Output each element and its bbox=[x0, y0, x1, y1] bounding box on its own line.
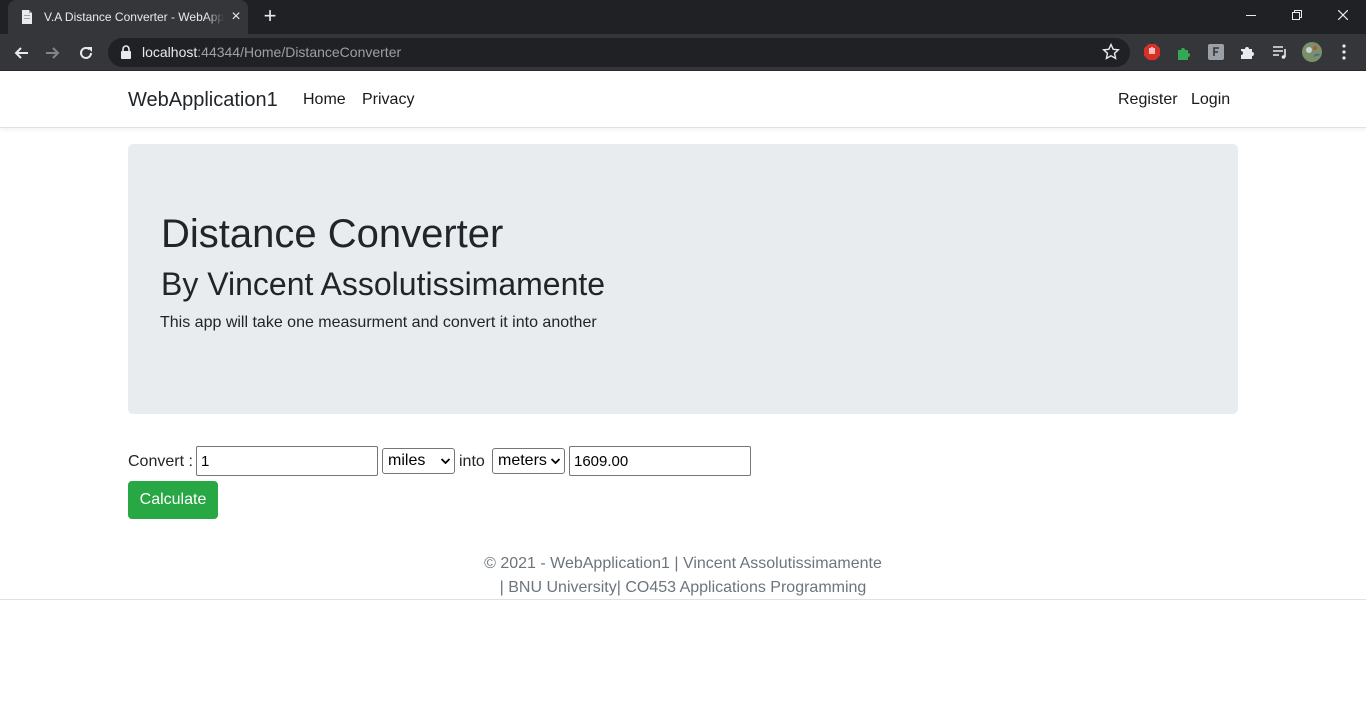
hero-panel: Distance Converter By Vincent Assolutiss… bbox=[128, 144, 1238, 414]
bookmark-star-icon[interactable] bbox=[1101, 42, 1121, 61]
back-arrow-icon[interactable] bbox=[8, 40, 34, 66]
brand-link[interactable]: WebApplication1 bbox=[128, 88, 278, 112]
page-favicon-icon bbox=[20, 9, 34, 25]
minimize-window-icon[interactable] bbox=[1228, 0, 1274, 30]
nav-link-login[interactable]: Login bbox=[1191, 90, 1230, 110]
browser-tab-strip: V.A Distance Converter - WebApplication1… bbox=[0, 0, 1366, 34]
url-path: :44344/Home/DistanceConverter bbox=[197, 44, 402, 60]
close-tab-icon[interactable]: × bbox=[228, 9, 244, 25]
footer-divider bbox=[0, 599, 1366, 600]
extensions-puzzle-icon[interactable] bbox=[1238, 42, 1258, 62]
nav-link-register[interactable]: Register bbox=[1118, 90, 1178, 110]
to-unit-select[interactable]: meters bbox=[492, 448, 565, 474]
browser-tab[interactable]: V.A Distance Converter - WebApplication1… bbox=[8, 0, 248, 34]
from-unit-select[interactable]: miles bbox=[382, 448, 455, 474]
tab-title: V.A Distance Converter - WebApplication1 bbox=[44, 9, 224, 25]
nav-link-home[interactable]: Home bbox=[303, 90, 346, 110]
calculate-button[interactable]: Calculate bbox=[128, 481, 218, 519]
extension-f-icon[interactable] bbox=[1206, 42, 1226, 62]
into-label: into bbox=[459, 453, 485, 470]
forward-arrow-icon[interactable] bbox=[40, 40, 66, 66]
site-navbar: WebApplication1 Home Privacy Register Lo… bbox=[0, 71, 1366, 128]
new-tab-icon[interactable]: + bbox=[256, 5, 284, 29]
footer-line-1: © 2021 - WebApplication1 | Vincent Assol… bbox=[484, 555, 882, 572]
lock-icon[interactable] bbox=[120, 45, 132, 59]
result-output[interactable] bbox=[569, 446, 751, 476]
extension-puzzle-green-icon[interactable] bbox=[1174, 42, 1194, 62]
restore-window-icon[interactable] bbox=[1274, 0, 1320, 30]
url-text: localhost:44344/Home/DistanceConverter bbox=[142, 44, 401, 61]
to-unit-value: meters bbox=[498, 452, 547, 469]
adblock-extension-icon[interactable] bbox=[1142, 42, 1162, 62]
distance-input[interactable] bbox=[196, 446, 378, 476]
browser-toolbar: localhost:44344/Home/DistanceConverter bbox=[0, 34, 1366, 71]
convert-label: Convert : bbox=[128, 453, 193, 470]
page-title: Distance Converter bbox=[161, 212, 504, 256]
chevron-down-icon bbox=[551, 458, 560, 465]
browser-menu-icon[interactable] bbox=[1334, 42, 1354, 62]
reload-icon[interactable] bbox=[73, 40, 99, 66]
address-bar[interactable]: localhost:44344/Home/DistanceConverter bbox=[108, 38, 1130, 67]
profile-avatar-icon[interactable] bbox=[1301, 41, 1323, 63]
chevron-down-icon bbox=[441, 458, 450, 465]
from-unit-value: miles bbox=[388, 452, 426, 469]
nav-link-privacy[interactable]: Privacy bbox=[362, 90, 414, 110]
media-queue-icon[interactable] bbox=[1270, 42, 1290, 62]
page-subtitle: By Vincent Assolutissimamente bbox=[161, 266, 606, 302]
url-host: localhost bbox=[142, 44, 198, 60]
close-window-icon[interactable] bbox=[1320, 0, 1366, 30]
footer-line-2: | BNU University| CO453 Applications Pro… bbox=[499, 579, 867, 596]
page-description: This app will take one measurment and co… bbox=[160, 314, 597, 331]
